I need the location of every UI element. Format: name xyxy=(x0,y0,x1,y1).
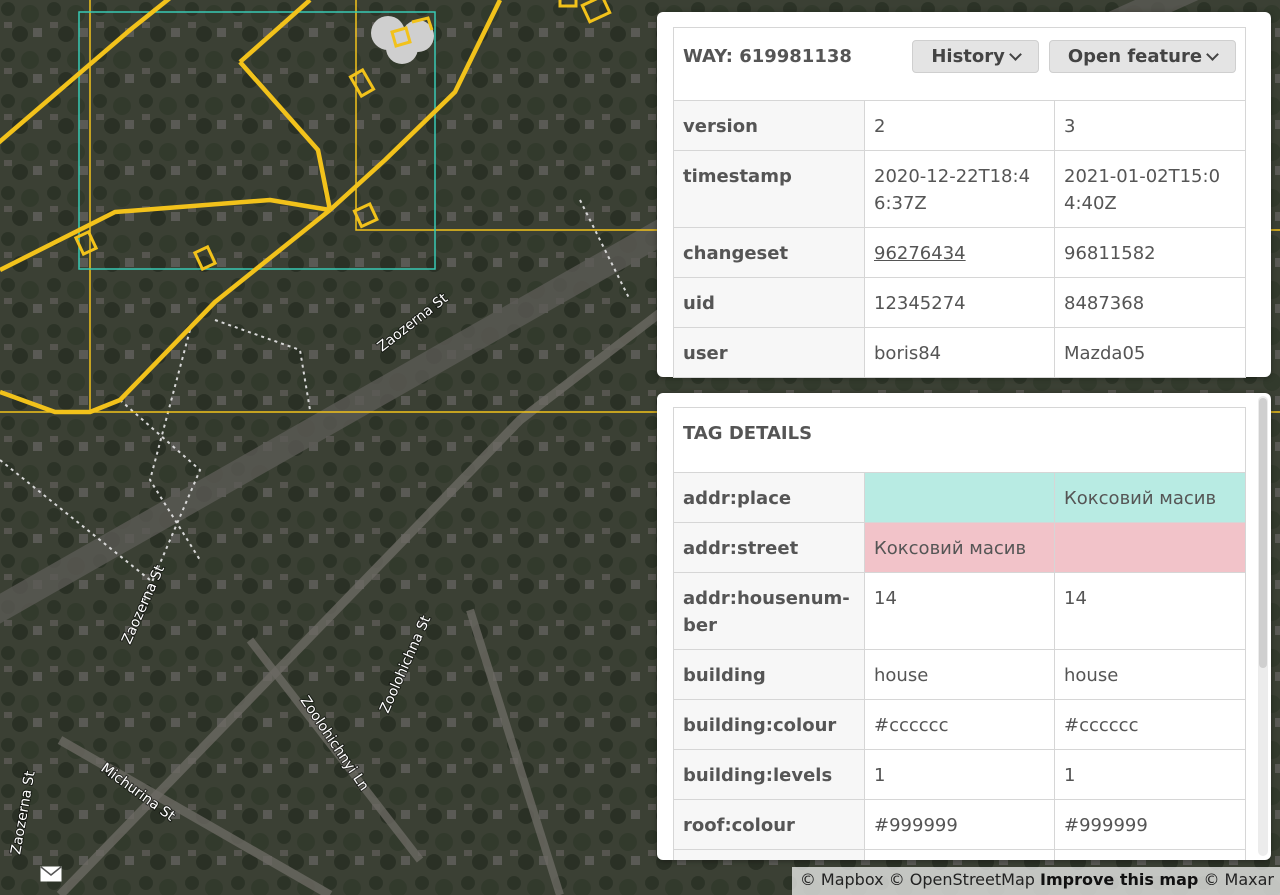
metadata-old-value: boris84 xyxy=(864,327,1055,378)
table-row: building:levels 1 1 xyxy=(673,749,1247,800)
metadata-key: changeset xyxy=(673,227,865,278)
tag-key: roof:colour xyxy=(673,799,865,850)
tag-key: roof:shape xyxy=(673,849,865,860)
metadata-key: version xyxy=(673,100,865,151)
chevron-down-icon xyxy=(1206,48,1219,61)
tag-key: addr:street xyxy=(673,522,865,573)
way-metadata-table: WAY: 619981138 History Open feature vers… xyxy=(672,27,1247,378)
table-row: timestamp 2020-12-22T18:46:37Z 2021-01-0… xyxy=(673,150,1247,228)
tag-old-value: Коксовий масив xyxy=(864,522,1055,573)
tag-details-panel[interactable]: TAG DETAILS addr:place Коксовий масив ad… xyxy=(657,393,1271,860)
tag-key: addr:place xyxy=(673,472,865,523)
tag-key: building:levels xyxy=(673,749,865,800)
metadata-new-value: 3 xyxy=(1053,100,1247,151)
way-diff-panel: WAY: 619981138 History Open feature vers… xyxy=(657,12,1271,378)
metadata-new-value: 96811582 xyxy=(1053,227,1247,278)
tag-panel-scroll-thumb[interactable] xyxy=(1259,398,1267,668)
tag-new-value: 14 xyxy=(1053,572,1247,650)
map-attribution: © Mapbox © OpenStreetMap Improve this ma… xyxy=(791,867,1280,895)
table-row: roof:colour #999999 #999999 xyxy=(673,799,1247,850)
table-row: building house house xyxy=(673,649,1247,700)
metadata-new-value: Mazda05 xyxy=(1053,327,1247,378)
table-row: building:colour #cccccc #cccccc xyxy=(673,699,1247,750)
table-row: addr:place Коксовий масив xyxy=(673,472,1247,523)
tag-diff-table: TAG DETAILS addr:place Коксовий масив ad… xyxy=(672,407,1247,860)
history-button-label: History xyxy=(931,46,1005,67)
tag-old-value: house xyxy=(864,649,1055,700)
table-row: uid 12345274 8487368 xyxy=(673,277,1247,328)
tag-old-value: #999999 xyxy=(864,799,1055,850)
tag-old-value: pyramidal xyxy=(864,849,1055,860)
table-row: addr:street Коксовий масив xyxy=(673,522,1247,573)
tag-new-value: pyramidal xyxy=(1053,849,1247,860)
tag-key: addr:housenum­ber xyxy=(673,572,865,650)
tag-old-value: 14 xyxy=(864,572,1055,650)
chevron-down-icon xyxy=(1008,48,1022,61)
changeset-link[interactable]: 96276434 xyxy=(874,243,966,264)
table-row: addr:housenum­ber 14 14 xyxy=(673,572,1247,650)
tag-new-value xyxy=(1053,522,1247,573)
tag-new-value: 1 xyxy=(1053,749,1247,800)
improve-map-link[interactable]: Improve this map xyxy=(1040,870,1198,889)
metadata-new-value: 2021-01-02T15:04:40Z xyxy=(1053,150,1247,228)
open-feature-button-label: Open feature xyxy=(1067,46,1203,67)
osm-attribution[interactable]: © OpenStreetMap xyxy=(889,870,1035,889)
way-header-row: WAY: 619981138 History Open feature xyxy=(672,27,1247,101)
table-row: changeset 96276434 96811582 xyxy=(673,227,1247,278)
tag-old-value: #cccccc xyxy=(864,699,1055,750)
metadata-old-value: 12345274 xyxy=(864,277,1055,328)
tag-new-value: #999999 xyxy=(1053,799,1247,850)
metadata-key: user xyxy=(673,327,865,378)
tag-key: building xyxy=(673,649,865,700)
tag-new-value: house xyxy=(1053,649,1247,700)
tag-key: building:colour xyxy=(673,699,865,750)
metadata-old-value: 2 xyxy=(864,100,1055,151)
history-button[interactable]: History xyxy=(912,40,1039,73)
tag-details-title: TAG DETAILS xyxy=(672,407,1247,473)
metadata-old-value: 2020-12-22T18:46:37Z xyxy=(864,150,1055,228)
tag-old-value xyxy=(864,472,1055,523)
tag-old-value: 1 xyxy=(864,749,1055,800)
mail-icon[interactable] xyxy=(40,866,62,882)
metadata-key: uid xyxy=(673,277,865,328)
open-feature-button[interactable]: Open feature xyxy=(1048,40,1237,73)
table-row: user boris84 Mazda05 xyxy=(673,327,1247,378)
metadata-key: timestamp xyxy=(673,150,865,228)
tag-new-value: Коксовий масив xyxy=(1053,472,1247,523)
metadata-old-value: 96276434 xyxy=(864,227,1055,278)
table-row: roof:shape pyramidal pyramidal xyxy=(673,849,1247,860)
mapbox-attribution[interactable]: © Mapbox xyxy=(800,870,884,889)
table-row: version 2 3 xyxy=(673,100,1247,151)
way-header-cell: WAY: 619981138 History Open feature xyxy=(672,27,1247,101)
metadata-new-value: 8487368 xyxy=(1053,277,1247,328)
maxar-attribution[interactable]: © Maxar xyxy=(1203,870,1274,889)
tag-header-row: TAG DETAILS xyxy=(672,407,1247,473)
tag-new-value: #cccccc xyxy=(1053,699,1247,750)
way-title: WAY: 619981138 xyxy=(683,46,852,67)
